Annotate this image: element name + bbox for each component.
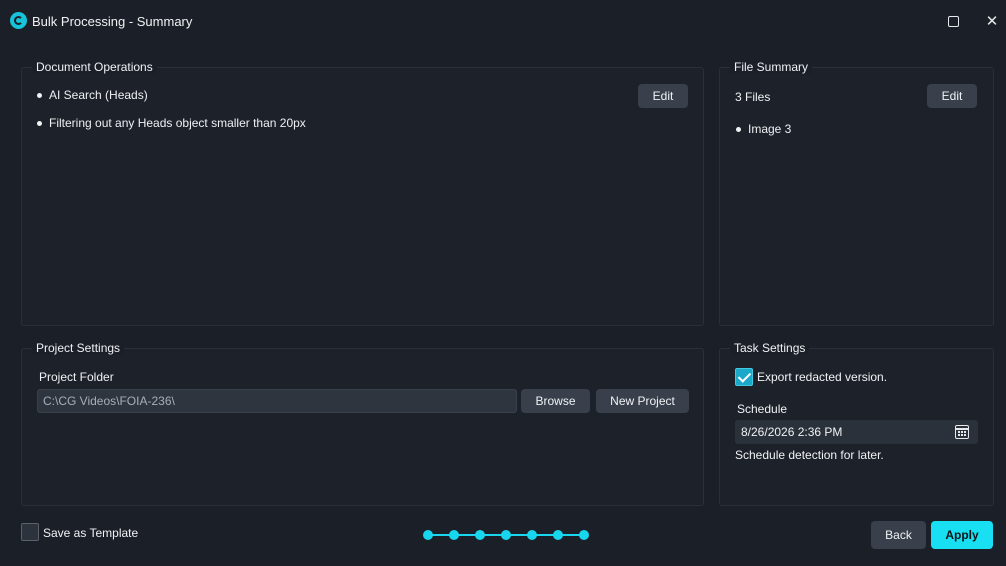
close-icon: ✕ (985, 13, 999, 30)
project-folder-label: Project Folder (39, 370, 114, 384)
step-dot-7 (579, 530, 589, 540)
back-button[interactable]: Back (871, 521, 926, 549)
export-redacted-checkbox[interactable] (735, 368, 753, 386)
progress-stepper (423, 529, 591, 541)
export-redacted-label: Export redacted version. (757, 370, 888, 384)
operation-item-label: AI Search (Heads) (49, 88, 148, 102)
task-settings-panel: Task Settings Export redacted version. S… (719, 341, 994, 506)
window-title: Bulk Processing - Summary (32, 14, 193, 29)
file-summary-panel: File Summary 3 Files Edit Image 3 (719, 60, 994, 326)
step-dot-1 (423, 530, 433, 540)
save-as-template-label: Save as Template (43, 526, 139, 540)
schedule-datetime-input[interactable]: 8/26/2026 2:36 PM (735, 420, 978, 444)
save-as-template-checkbox[interactable] (21, 523, 39, 541)
calendar-icon[interactable] (955, 425, 969, 439)
file-item: Image 3 (736, 122, 791, 136)
file-summary-edit-button[interactable]: Edit (927, 84, 977, 108)
file-count: 3 Files (735, 90, 771, 104)
maximize-icon (947, 15, 959, 27)
bullet-icon (37, 120, 42, 126)
document-operations-panel: Document Operations AI Search (Heads) Fi… (21, 60, 704, 326)
operation-item: AI Search (Heads) (37, 88, 148, 102)
file-item-label: Image 3 (748, 122, 792, 136)
title-bar: Bulk Processing - Summary ✕ (0, 0, 1006, 42)
bullet-icon (37, 92, 42, 98)
project-folder-input[interactable]: C:\CG Videos\FOIA-236\ (37, 389, 517, 413)
task-settings-title: Task Settings (730, 341, 810, 355)
file-summary-title: File Summary (730, 60, 813, 74)
project-settings-title: Project Settings (32, 341, 125, 355)
browse-button[interactable]: Browse (521, 389, 590, 413)
apply-button[interactable]: Apply (931, 521, 993, 549)
maximize-button[interactable] (942, 10, 964, 32)
step-dot-2 (449, 530, 459, 540)
operation-item: Filtering out any Heads object smaller t… (37, 116, 306, 130)
step-dot-6 (553, 530, 563, 540)
project-settings-panel: Project Settings Project Folder C:\CG Vi… (21, 341, 704, 506)
step-dot-5 (527, 530, 537, 540)
close-button[interactable]: ✕ (981, 10, 1003, 32)
step-dot-3 (475, 530, 485, 540)
new-project-button[interactable]: New Project (596, 389, 689, 413)
bullet-icon (736, 126, 741, 132)
schedule-label: Schedule (737, 402, 788, 416)
document-operations-title: Document Operations (32, 60, 157, 74)
schedule-hint: Schedule detection for later. (735, 448, 884, 462)
app-logo-icon (10, 12, 27, 29)
schedule-datetime-value: 8/26/2026 2:36 PM (741, 425, 843, 439)
step-dot-4 (501, 530, 511, 540)
document-operations-edit-button[interactable]: Edit (638, 84, 688, 108)
operation-item-label: Filtering out any Heads object smaller t… (49, 116, 306, 130)
